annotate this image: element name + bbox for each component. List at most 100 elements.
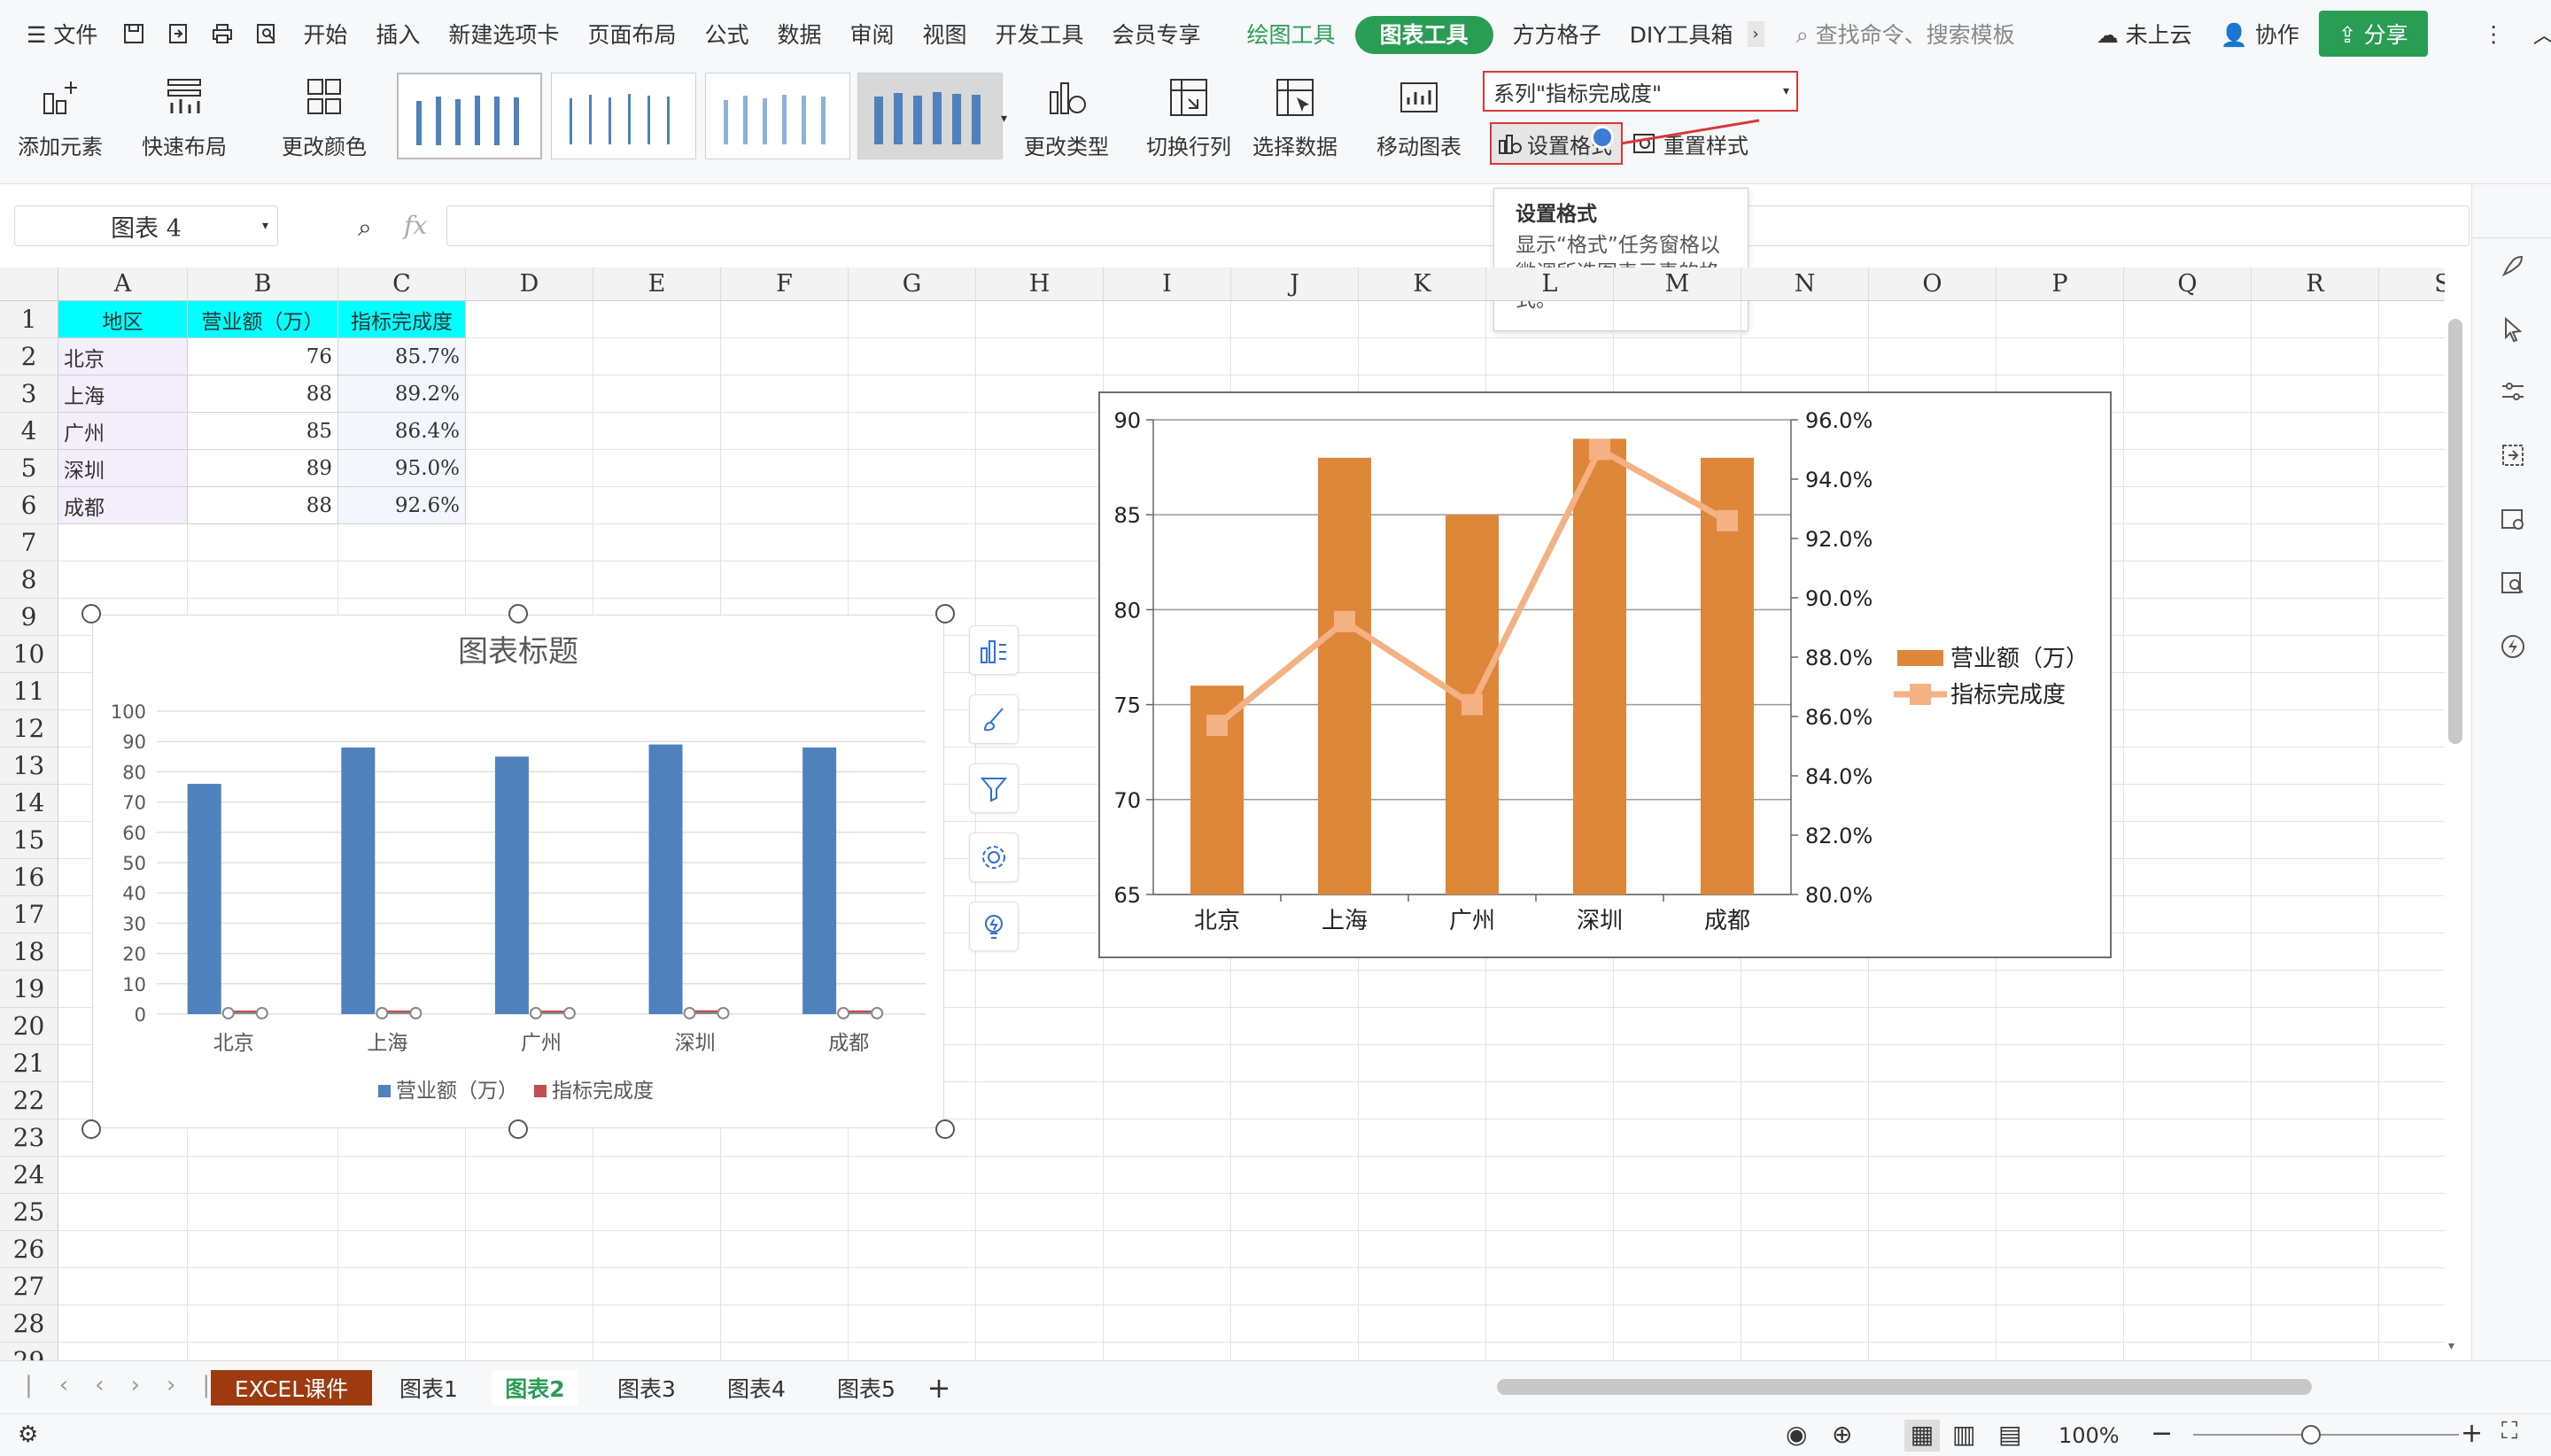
- tab-insert[interactable]: 插入: [361, 18, 434, 50]
- row-header-28[interactable]: 28: [0, 1305, 58, 1343]
- row-header-14[interactable]: 14: [0, 785, 58, 822]
- row-header-21[interactable]: 21: [0, 1045, 58, 1082]
- next-sheet-icon[interactable]: ›: [131, 1372, 167, 1398]
- horizontal-scrollbar[interactable]: [1497, 1379, 2312, 1395]
- resize-handle-bm[interactable]: [508, 1119, 528, 1139]
- column-header-m[interactable]: M: [1614, 267, 1741, 301]
- row-header-5[interactable]: 5: [0, 450, 58, 487]
- image-settings-icon[interactable]: [2499, 505, 2527, 533]
- column-header-s[interactable]: S: [2379, 267, 2445, 301]
- row-header-19[interactable]: 19: [0, 971, 58, 1008]
- change-color-button[interactable]: 更改颜色: [282, 74, 367, 160]
- rocket-icon[interactable]: [2499, 252, 2527, 280]
- tab-drawing-tools[interactable]: 绘图工具: [1233, 18, 1350, 50]
- table-header-cell[interactable]: 指标完成度: [338, 301, 466, 338]
- save-icon[interactable]: [122, 20, 145, 47]
- zoom-slider[interactable]: [2193, 1434, 2459, 1436]
- page-layout-icon[interactable]: ▥: [1952, 1420, 1975, 1449]
- fx-icon[interactable]: fx: [404, 211, 427, 240]
- row-header-17[interactable]: 17: [0, 896, 58, 933]
- row-header-18[interactable]: 18: [0, 933, 58, 971]
- column-header-f[interactable]: F: [721, 267, 849, 301]
- column-header-k[interactable]: K: [1359, 267, 1486, 301]
- column-header-h[interactable]: H: [976, 267, 1104, 301]
- zoom-slider-thumb[interactable]: [2301, 1425, 2321, 1444]
- select-data-button[interactable]: 选择数据: [1252, 74, 1338, 160]
- column-header-n[interactable]: N: [1741, 267, 1869, 301]
- table-data-cell[interactable]: 北京: [58, 338, 188, 376]
- file-menu[interactable]: ☰ 文件: [0, 18, 112, 50]
- add-sheet-icon[interactable]: +: [921, 1370, 957, 1406]
- move-chart-button[interactable]: 移动图表: [1376, 74, 1462, 160]
- zoom-out-icon[interactable]: −: [2151, 1418, 2173, 1449]
- sheet-tab-5[interactable]: 图表5: [824, 1370, 909, 1406]
- transform-icon[interactable]: [2499, 441, 2527, 469]
- table-data-cell[interactable]: 88: [188, 487, 338, 524]
- resize-handle-bl[interactable]: [81, 1119, 101, 1139]
- chart-style-button[interactable]: [969, 694, 1019, 744]
- column-header-o[interactable]: O: [1869, 267, 1997, 301]
- tab-new-tab[interactable]: 新建选项卡: [434, 18, 573, 50]
- chart-filter-button[interactable]: [969, 763, 1019, 813]
- chart-style-4[interactable]: [857, 73, 1003, 159]
- column-header-j[interactable]: J: [1231, 267, 1359, 301]
- column-header-p[interactable]: P: [1997, 267, 2124, 301]
- column-header-b[interactable]: B: [188, 267, 338, 301]
- zoom-formula-icon[interactable]: ⌕: [358, 213, 372, 243]
- export-icon[interactable]: [167, 20, 190, 47]
- row-header-9[interactable]: 9: [0, 599, 58, 636]
- tab-formulas[interactable]: 公式: [690, 18, 763, 50]
- page-break-icon[interactable]: ▤: [1998, 1420, 2021, 1449]
- chart-elements-button[interactable]: [969, 625, 1019, 675]
- table-data-cell[interactable]: 89.2%: [338, 376, 466, 413]
- more-tabs-chevron-icon[interactable]: ›: [1747, 20, 1764, 47]
- row-header-29[interactable]: 29: [0, 1343, 58, 1360]
- row-header-1[interactable]: 1: [0, 301, 58, 338]
- book-search-icon[interactable]: [2499, 569, 2527, 597]
- table-data-cell[interactable]: 85.7%: [338, 338, 466, 376]
- quick-layout-button[interactable]: 快速布局: [142, 74, 227, 160]
- row-header-2[interactable]: 2: [0, 338, 58, 376]
- chart-style-2[interactable]: [551, 73, 696, 159]
- pointer-icon[interactable]: [2499, 315, 2527, 344]
- table-data-cell[interactable]: 86.4%: [338, 413, 466, 450]
- sheet-tab-excel[interactable]: EXCEL课件: [211, 1370, 372, 1406]
- resize-handle-tl[interactable]: [81, 604, 101, 623]
- column-header-g[interactable]: G: [849, 267, 976, 301]
- combo-chart[interactable]: 65 70 75 80 85 90 80.0% 82.0% 84.0% 86.0% 88.0% 90.…: [1098, 391, 2112, 958]
- row-header-12[interactable]: 12: [0, 710, 58, 747]
- tab-chart-tools[interactable]: 图表工具: [1354, 16, 1493, 54]
- sheet-tab-4[interactable]: 图表4: [714, 1370, 799, 1406]
- column-header-i[interactable]: I: [1104, 267, 1231, 301]
- row-header-23[interactable]: 23: [0, 1119, 58, 1157]
- sheet-tab-1[interactable]: 图表1: [386, 1370, 471, 1406]
- first-sheet-icon[interactable]: |‹: [25, 1372, 95, 1398]
- series-select[interactable]: 系列"指标完成度" ▾: [1483, 71, 1798, 112]
- row-header-20[interactable]: 20: [0, 1008, 58, 1045]
- macro-icon[interactable]: ⚙: [18, 1421, 38, 1448]
- change-type-button[interactable]: 更改类型: [1024, 74, 1109, 160]
- row-header-4[interactable]: 4: [0, 413, 58, 450]
- column-header-r[interactable]: R: [2252, 267, 2379, 301]
- column-header-c[interactable]: C: [338, 267, 466, 301]
- more-options-icon[interactable]: ⋮: [2469, 21, 2519, 47]
- scroll-down-icon[interactable]: ▾: [2448, 1339, 2454, 1353]
- sheet-tab-2[interactable]: 图表2: [492, 1370, 578, 1406]
- row-header-16[interactable]: 16: [0, 859, 58, 896]
- chart-selected[interactable]: 图表标题 0 10 20 30 40 50 60 70 80 90 100 北京 上海 广州 深圳 成都 营业额（…: [92, 615, 944, 1128]
- row-header-22[interactable]: 22: [0, 1082, 58, 1119]
- tab-member[interactable]: 会员专享: [1098, 18, 1215, 50]
- resize-handle-br[interactable]: [935, 1119, 955, 1139]
- eye-protect-icon[interactable]: ◉: [1786, 1420, 1807, 1449]
- row-header-15[interactable]: 15: [0, 822, 58, 859]
- row-header-11[interactable]: 11: [0, 673, 58, 710]
- table-data-cell[interactable]: 上海: [58, 376, 188, 413]
- formula-input[interactable]: [446, 205, 2470, 246]
- column-header-e[interactable]: E: [593, 267, 721, 301]
- tab-home[interactable]: 开始: [289, 18, 361, 50]
- resize-handle-tm[interactable]: [508, 604, 528, 623]
- row-header-24[interactable]: 24: [0, 1157, 58, 1194]
- chart-ideas-button[interactable]: [969, 902, 1019, 951]
- print-icon[interactable]: [211, 20, 234, 47]
- row-header-3[interactable]: 3: [0, 376, 58, 413]
